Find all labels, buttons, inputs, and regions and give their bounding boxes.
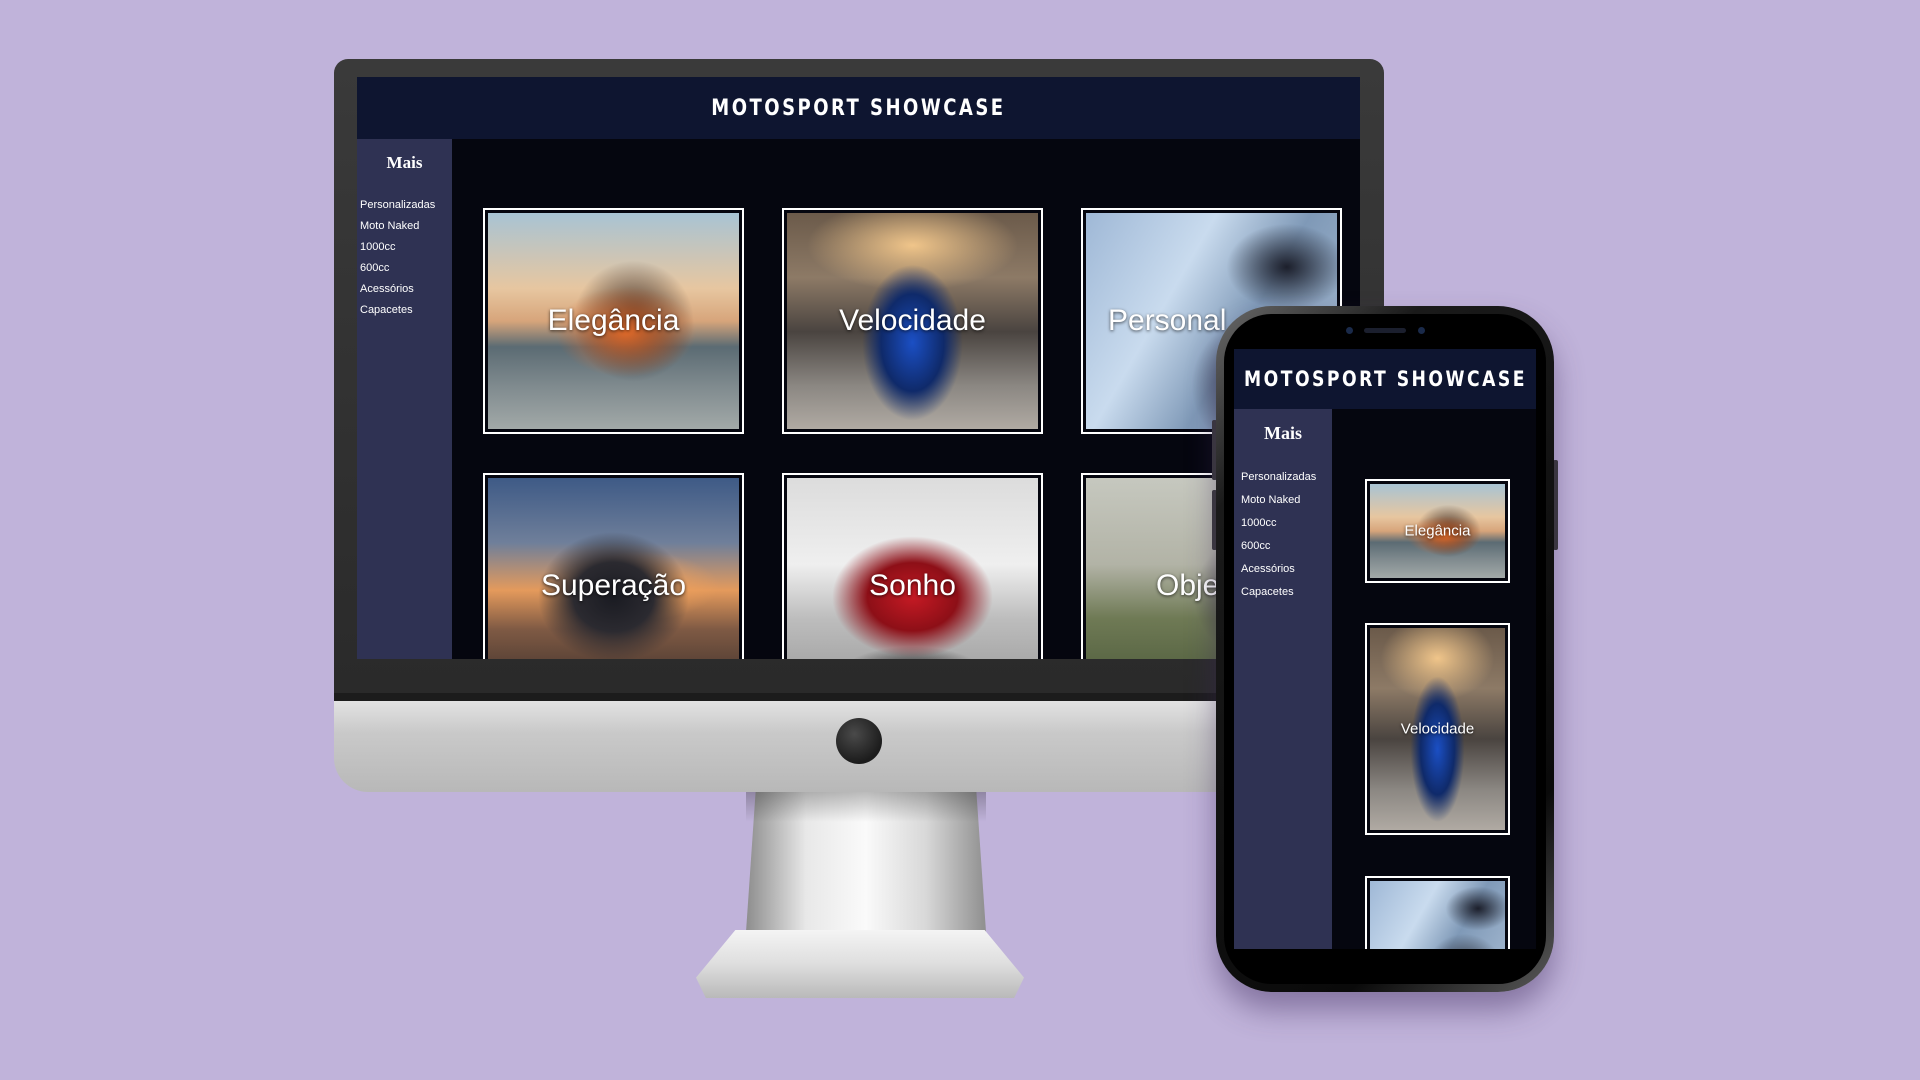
sidebar: Mais Personalizadas Moto Naked 1000cc 60… <box>357 139 452 659</box>
mobile-sidebar-item-600cc[interactable]: 600cc <box>1241 535 1332 558</box>
gallery-card-sonho[interactable]: Sonho <box>782 473 1043 659</box>
motorcycle-image: Elegância <box>488 213 739 429</box>
card-label: Superação <box>540 569 687 602</box>
gallery-card-superacao[interactable]: Superação <box>483 473 744 659</box>
site-title: MOTOSPORT SHOWCASE <box>711 95 1006 121</box>
mobile-site-header: MOTOSPORT SHOWCASE <box>1234 349 1536 409</box>
card-label: Elegância <box>547 304 680 337</box>
mobile-gallery-card-elegancia[interactable]: Elegância <box>1365 479 1510 583</box>
sidebar-item-moto-naked[interactable]: Moto Naked <box>360 216 452 237</box>
site-header: MOTOSPORT SHOWCASE <box>357 77 1360 139</box>
monitor-stand-base <box>696 930 1024 998</box>
motorcycle-image: Sonho <box>787 478 1038 659</box>
sidebar-item-capacetes[interactable]: Capacetes <box>360 300 452 321</box>
sidebar-item-personalizadas[interactable]: Personalizadas <box>360 195 452 216</box>
mobile-sidebar-item-capacetes[interactable]: Capacetes <box>1241 581 1332 604</box>
mobile-site-title: MOTOSPORT SHOWCASE <box>1243 367 1527 391</box>
sidebar-item-acessorios[interactable]: Acessórios <box>360 279 452 300</box>
mobile-sidebar-menu: Personalizadas Moto Naked 1000cc 600cc A… <box>1234 466 1332 604</box>
card-label: Elegância <box>1404 522 1471 540</box>
motorcycle-image <box>1370 881 1505 949</box>
monitor-stand-shadow <box>746 792 986 822</box>
motorcycle-image: Superação <box>488 478 739 659</box>
mobile-gallery-card-personalizadas[interactable] <box>1365 876 1510 949</box>
sidebar-item-600cc[interactable]: 600cc <box>360 258 452 279</box>
phone-sensor <box>1346 327 1353 334</box>
sidebar-menu: Personalizadas Moto Naked 1000cc 600cc A… <box>357 195 452 321</box>
card-label: Velocidade <box>839 304 986 337</box>
mobile-screen: MOTOSPORT SHOWCASE Mais Personalizadas M… <box>1234 349 1536 949</box>
desktop-screen: MOTOSPORT SHOWCASE Mais Personalizadas M… <box>357 77 1360 659</box>
motorcycle-image: Elegância <box>1370 484 1505 578</box>
mobile-sidebar-heading: Mais <box>1264 423 1302 443</box>
sidebar-item-1000cc[interactable]: 1000cc <box>360 237 452 258</box>
phone-camera <box>1418 327 1425 334</box>
mobile-sidebar-item-moto-naked[interactable]: Moto Naked <box>1241 489 1332 512</box>
monitor-logo-icon <box>836 718 882 764</box>
card-label: Velocidade <box>1400 720 1475 738</box>
mobile-sidebar: Mais Personalizadas Moto Naked 1000cc 60… <box>1234 409 1332 949</box>
phone-speaker <box>1364 328 1406 333</box>
mobile-sidebar-item-personalizadas[interactable]: Personalizadas <box>1241 466 1332 489</box>
gallery-card-elegancia[interactable]: Elegância <box>483 208 744 434</box>
card-label: Sonho <box>869 569 956 602</box>
gallery-card-velocidade[interactable]: Velocidade <box>782 208 1043 434</box>
mobile-sidebar-item-acessorios[interactable]: Acessórios <box>1241 558 1332 581</box>
motorcycle-image: Velocidade <box>1370 628 1505 830</box>
mobile-gallery-card-velocidade[interactable]: Velocidade <box>1365 623 1510 835</box>
mobile-sidebar-item-1000cc[interactable]: 1000cc <box>1241 512 1332 535</box>
motorcycle-image: Velocidade <box>787 213 1038 429</box>
sidebar-heading: Mais <box>386 153 423 172</box>
